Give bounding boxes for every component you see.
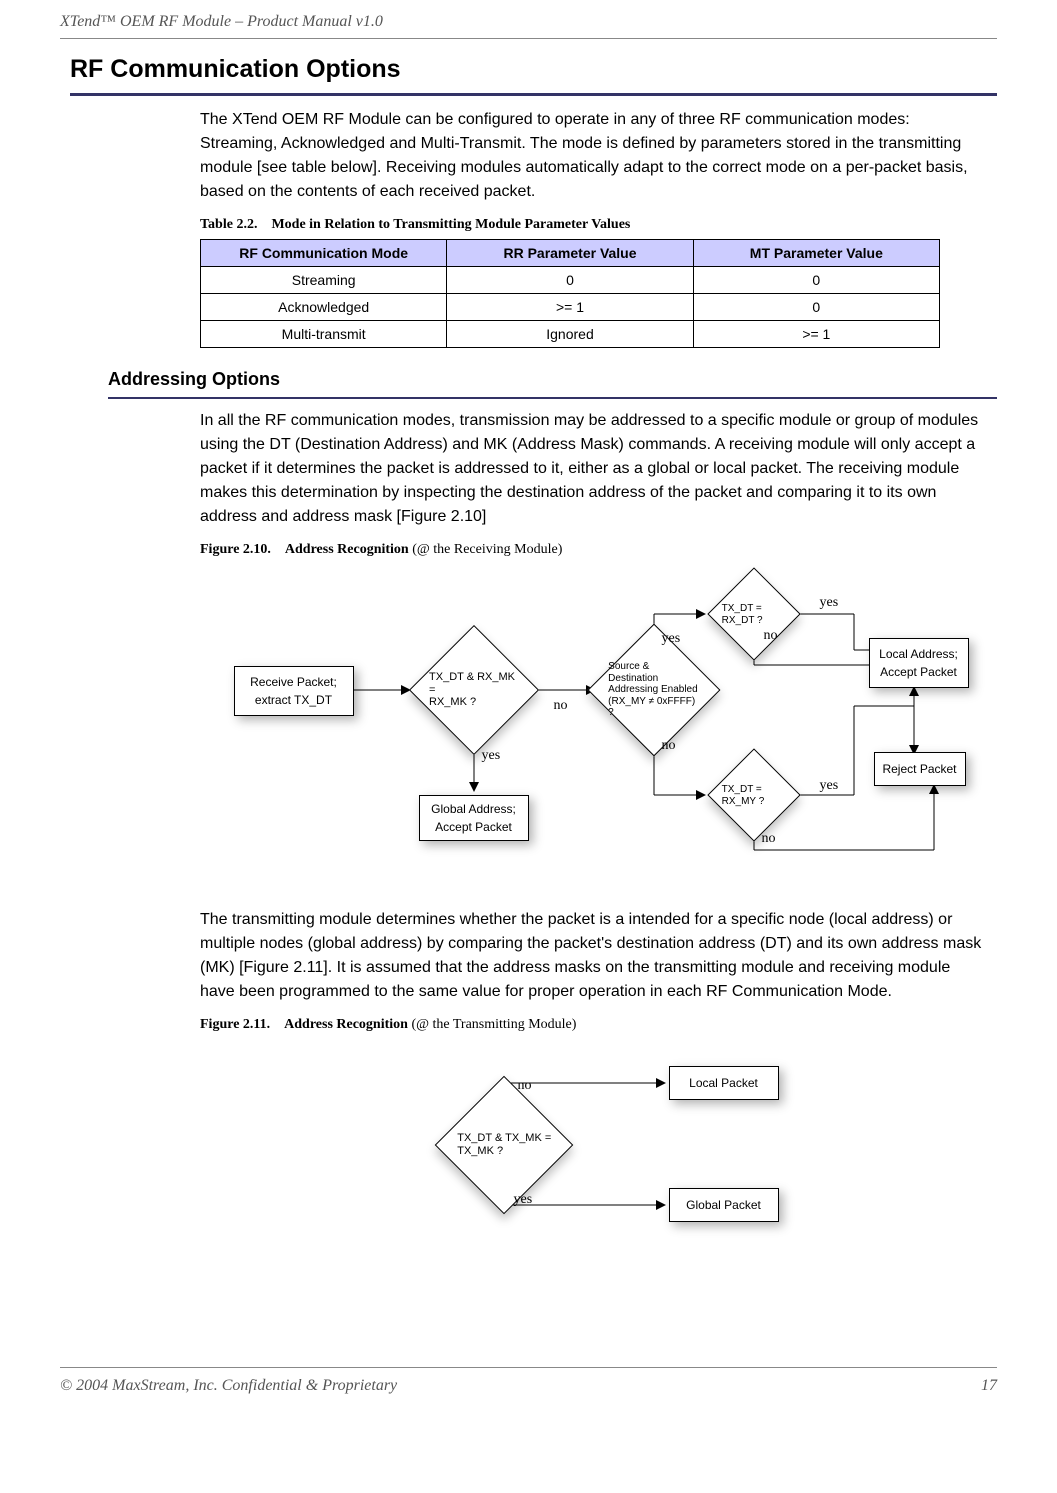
label-no: no	[762, 828, 776, 849]
label-yes: yes	[514, 1189, 533, 1210]
cell: 0	[447, 266, 693, 293]
node-mask-question: TX_DT & RX_MK = RX_MK ?	[419, 645, 529, 735]
col-rr: RR Parameter Value	[447, 239, 693, 266]
figure-210-caption: Figure 2.10. Address Recognition (@ the …	[200, 539, 987, 560]
fig-prefix: Figure 2.10.	[200, 542, 271, 557]
mode-table: RF Communication Mode RR Parameter Value…	[200, 239, 940, 348]
node-reject-packet: Reject Packet	[874, 752, 966, 786]
table-header-row: RF Communication Mode RR Parameter Value…	[201, 239, 940, 266]
figure-211-diagram: TX_DT & TX_MK = TX_MK ? Local Packet Glo…	[354, 1045, 834, 1245]
cell: 0	[693, 266, 939, 293]
label-no: no	[662, 735, 676, 756]
cell: Streaming	[201, 266, 447, 293]
label-no: no	[554, 695, 568, 716]
footer-page: 17	[981, 1374, 997, 1398]
addressing-para-1: In all the RF communication modes, trans…	[200, 409, 987, 529]
table-caption-prefix: Table 2.2.	[200, 217, 257, 232]
cell: >= 1	[447, 293, 693, 320]
node-local-packet: Local Packet	[669, 1066, 779, 1100]
cell: >= 1	[693, 320, 939, 347]
fig-bold: Address Recognition	[285, 542, 409, 557]
node-txdt-rxmy-question: TX_DT = RX_MY ?	[712, 767, 796, 823]
fig-rest: (@ the Transmitting Module)	[411, 1017, 576, 1032]
fig-rest: (@ the Receiving Module)	[412, 542, 562, 557]
col-mode: RF Communication Mode	[201, 239, 447, 266]
node-global-address: Global Address; Accept Packet	[419, 795, 529, 841]
cell: 0	[693, 293, 939, 320]
table-row: Multi-transmit Ignored >= 1	[201, 320, 940, 347]
table-caption-title: Mode in Relation to Transmitting Module …	[271, 217, 630, 232]
fig-prefix: Figure 2.11.	[200, 1017, 270, 1032]
cell: Ignored	[447, 320, 693, 347]
footer-text: © 2004 MaxStream, Inc. Confidential & Pr…	[60, 1374, 397, 1398]
node-global-packet: Global Packet	[669, 1188, 779, 1222]
node-addressing-enabled-question: Source & Destination Addressing Enabled …	[599, 645, 709, 735]
node-receive-packet: Receive Packet; extract TX_DT	[234, 666, 354, 716]
figure-210-diagram: Receive Packet; extract TX_DT TX_DT & RX…	[214, 570, 974, 890]
col-mt: MT Parameter Value	[693, 239, 939, 266]
label-no: no	[518, 1075, 532, 1096]
diagram-connectors	[214, 570, 974, 890]
label-yes: yes	[820, 592, 839, 613]
table-row: Acknowledged >= 1 0	[201, 293, 940, 320]
node-txmask-question: TX_DT & TX_MK = TX_MK ?	[439, 1095, 569, 1195]
node-txdt-rxdt-question: TX_DT = RX_DT ?	[712, 586, 796, 642]
heading-2: Addressing Options	[108, 366, 997, 399]
label-yes: yes	[662, 628, 681, 649]
intro-paragraph: The XTend OEM RF Module can be configure…	[200, 108, 987, 204]
addressing-para-2: The transmitting module determines wheth…	[200, 908, 987, 1004]
node-local-address: Local Address; Accept Packet	[869, 638, 969, 688]
label-yes: yes	[820, 775, 839, 796]
cell: Acknowledged	[201, 293, 447, 320]
fig-bold: Address Recognition	[284, 1017, 408, 1032]
cell: Multi-transmit	[201, 320, 447, 347]
label-no: no	[764, 625, 778, 646]
label-yes: yes	[482, 745, 501, 766]
page-header: XTend™ OEM RF Module – Product Manual v1…	[60, 10, 997, 39]
figure-211-caption: Figure 2.11. Address Recognition (@ the …	[200, 1014, 987, 1035]
table-caption: Table 2.2. Mode in Relation to Transmitt…	[200, 214, 987, 235]
heading-1: RF Communication Options	[70, 51, 997, 96]
table-row: Streaming 0 0	[201, 266, 940, 293]
